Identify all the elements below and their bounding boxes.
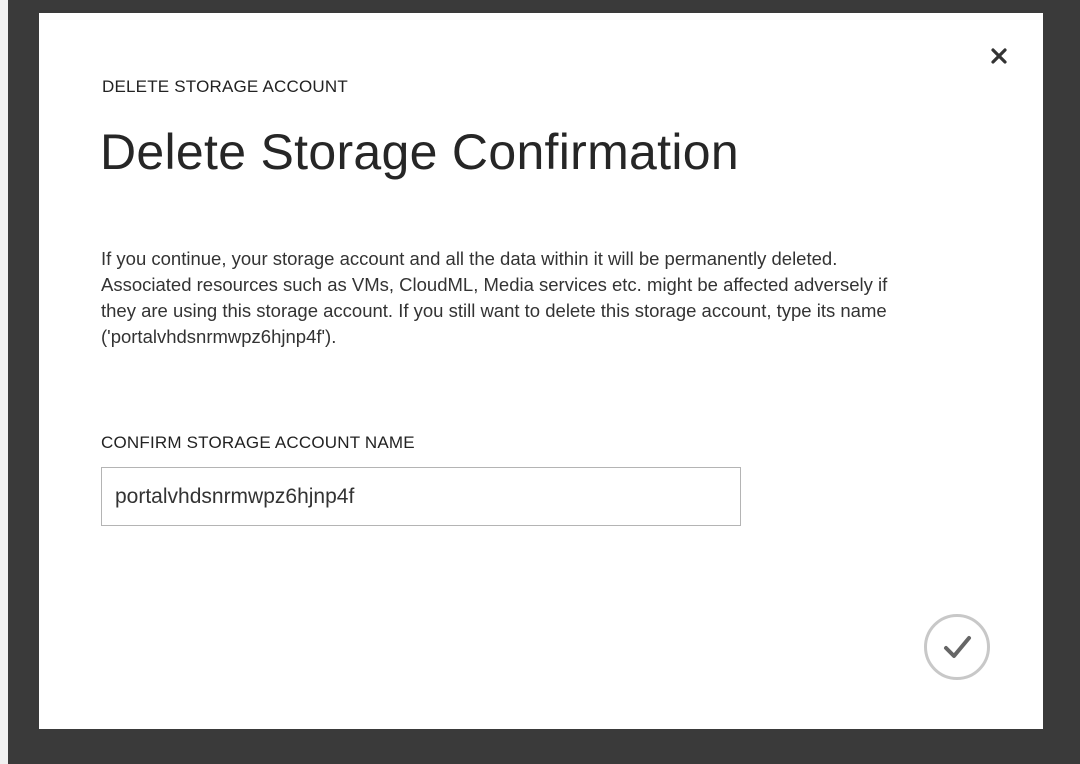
confirm-button[interactable] [923,613,991,681]
confirm-name-label: CONFIRM STORAGE ACCOUNT NAME [101,433,415,452]
checkmark-circle-icon [924,614,990,680]
close-button[interactable] [984,41,1014,71]
delete-storage-dialog: DELETE STORAGE ACCOUNT Delete Storage Co… [39,13,1043,729]
confirm-name-input[interactable] [101,467,741,526]
dialog-eyebrow: DELETE STORAGE ACCOUNT [102,77,348,96]
close-icon [991,48,1007,64]
dialog-description: If you continue, your storage account an… [101,248,888,347]
dialog-title: Delete Storage Confirmation [100,124,739,180]
backdrop-edge [0,0,8,764]
